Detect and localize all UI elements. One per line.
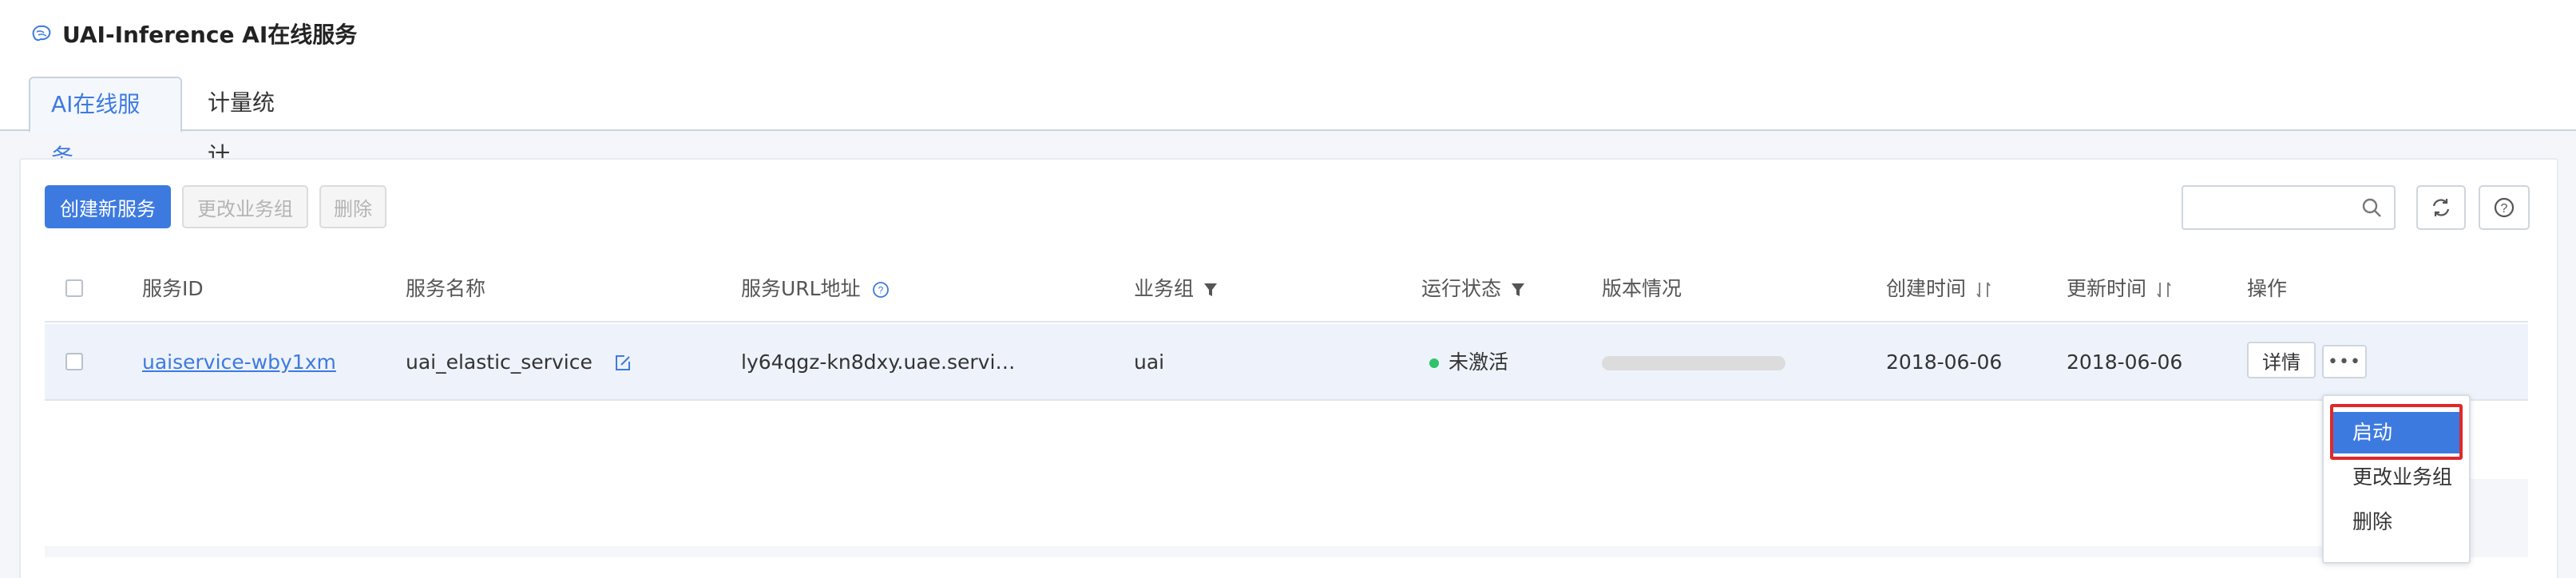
help-button[interactable]: ? (2479, 185, 2530, 230)
created-time: 2018-06-06 (1886, 350, 2003, 374)
tab-ai-online-service[interactable]: AI在线服务 (29, 77, 182, 170)
header-updated: 更新时间 (2067, 255, 2172, 323)
detail-button[interactable]: 详情 (2247, 342, 2316, 378)
menu-item-delete[interactable]: 删除 (2333, 501, 2463, 543)
updated-time: 2018-06-06 (2067, 350, 2183, 374)
header-created: 创建时间 (1886, 255, 1991, 323)
highlight-box (2330, 404, 2463, 460)
status-cell: 未激活 (1429, 324, 1508, 401)
refresh-button[interactable] (2416, 185, 2466, 230)
table-header: 服务ID 服务名称 服务URL地址 ? 业务组 运行状态 版本情况 创建时间 更… (45, 255, 2528, 323)
header-version: 版本情况 (1602, 277, 1682, 300)
header-group-label: 业务组 (1134, 277, 1195, 300)
delete-button[interactable]: 删除 (319, 185, 386, 228)
sort-icon[interactable] (2156, 281, 2172, 299)
sort-icon[interactable] (1976, 281, 1991, 299)
filter-icon[interactable] (1511, 282, 1525, 298)
create-service-button[interactable]: 创建新服务 (45, 185, 171, 228)
table-footer-strip (45, 546, 2528, 557)
status-dot (1429, 358, 1439, 368)
header-updated-label: 更新时间 (2067, 277, 2147, 300)
service-name: uai_elastic_service (406, 350, 592, 374)
search-input[interactable] (2191, 187, 2359, 227)
more-actions-button[interactable]: ••• (2322, 345, 2367, 378)
header-service-name: 服务名称 (406, 277, 486, 300)
svg-text:?: ? (878, 285, 883, 296)
tab-usage-statistics[interactable]: 计量统计 (187, 77, 307, 168)
version-progress-bar (1602, 356, 1785, 370)
change-group-button[interactable]: 更改业务组 (182, 185, 308, 228)
service-id-link[interactable]: uaiservice-wby1xm (142, 324, 336, 401)
refresh-icon (2432, 199, 2450, 216)
search-box (2182, 185, 2396, 230)
header-url: 服务URL地址 ? (741, 255, 890, 323)
table-row: uaiservice-wby1xm uai_elastic_service ly… (45, 324, 2528, 401)
question-icon: ? (2494, 197, 2515, 218)
header-created-label: 创建时间 (1886, 277, 1967, 300)
row-checkbox[interactable] (65, 353, 83, 370)
page-title: UAI-Inference AI在线服务 (62, 22, 358, 48)
header-status: 运行状态 (1421, 255, 1525, 323)
tab-bar: AI在线服务 计量统计 (0, 77, 2576, 170)
page-header: UAI-Inference AI在线服务 (29, 16, 357, 51)
edit-icon[interactable] (613, 354, 632, 373)
menu-item-change-group[interactable]: 更改业务组 (2333, 457, 2463, 498)
header-service-id: 服务ID (142, 277, 204, 300)
service-url: ly64qgz-kn8dxy.uae.servi… (741, 350, 1016, 374)
filter-icon[interactable] (1203, 282, 1218, 298)
header-group: 业务组 (1134, 255, 1218, 323)
svg-text:?: ? (2501, 202, 2508, 216)
status-text: 未激活 (1449, 350, 1509, 374)
table-empty-area (45, 402, 2528, 546)
brain-logo-icon (32, 25, 51, 42)
header-url-label: 服务URL地址 (741, 277, 861, 300)
header-status-label: 运行状态 (1421, 277, 1502, 300)
service-group: uai (1134, 350, 1165, 374)
select-all-checkbox[interactable] (65, 279, 83, 297)
search-icon[interactable] (2360, 196, 2383, 219)
service-name-cell: uai_elastic_service (406, 324, 632, 401)
help-circle-icon[interactable]: ? (872, 281, 890, 299)
header-actions: 操作 (2247, 277, 2288, 300)
